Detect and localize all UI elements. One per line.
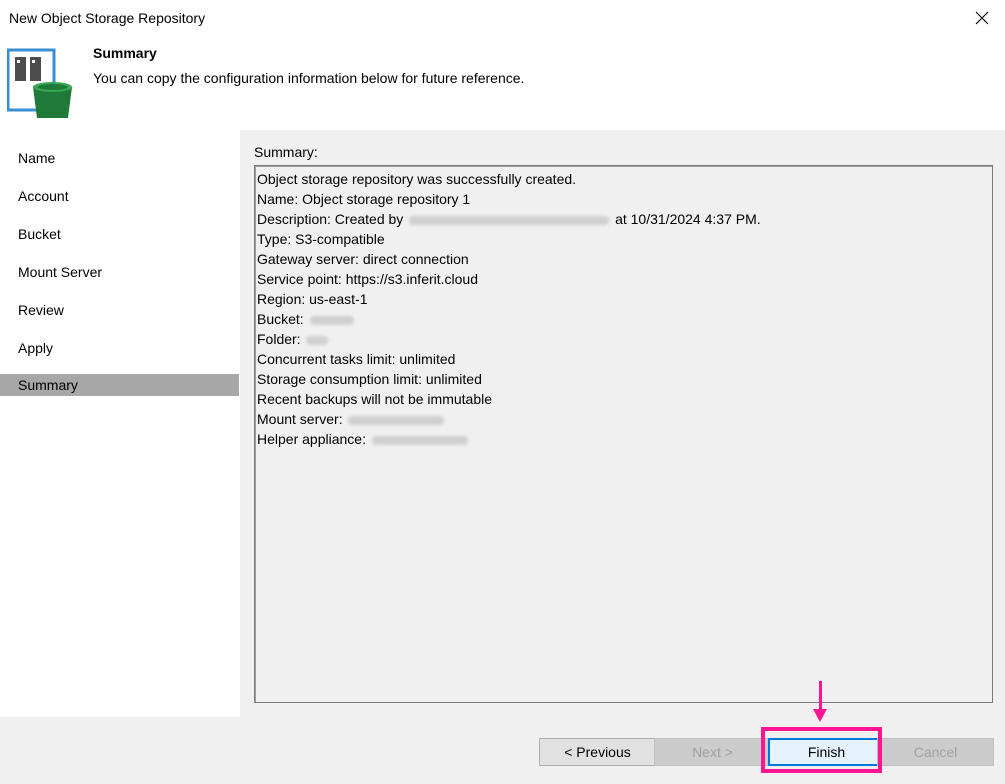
- sidebar-item-account[interactable]: Account: [0, 185, 239, 207]
- summary-line-immutable: Recent backups will not be immutable: [257, 391, 493, 407]
- summary-line-bucket: Bucket:: [257, 309, 356, 329]
- description-suffix: at 10/31/2024 4:37 PM.: [615, 211, 761, 227]
- cancel-button[interactable]: Cancel: [877, 738, 994, 766]
- sidebar-item-summary[interactable]: Summary: [0, 374, 239, 396]
- finish-highlight-box: [761, 727, 882, 773]
- previous-button[interactable]: < Previous: [539, 738, 656, 766]
- summary-line-tasks: Concurrent tasks limit: unlimited: [257, 351, 456, 367]
- wizard-steps-sidebar: Name Account Bucket Mount Server Review …: [0, 130, 240, 717]
- folder-label: Folder:: [257, 331, 301, 347]
- window-title: New Object Storage Repository: [9, 10, 206, 26]
- summary-textbox[interactable]: Object storage repository was successful…: [254, 165, 993, 703]
- summary-line-description: Description: Created by at 10/31/2024 4:…: [257, 209, 761, 229]
- annotation-arrow-head-icon: [813, 709, 827, 722]
- summary-line-created: Object storage repository was successful…: [257, 171, 577, 187]
- summary-panel: Summary: Object storage repository was s…: [240, 130, 1005, 717]
- page-description: You can copy the configuration informati…: [93, 70, 525, 86]
- redacted-folder: [306, 335, 329, 345]
- sidebar-item-apply[interactable]: Apply: [0, 337, 239, 359]
- summary-line-name: Name: Object storage repository 1: [257, 191, 471, 207]
- summary-line-mount-server: Mount server:: [257, 409, 446, 429]
- summary-label: Summary:: [254, 144, 318, 160]
- object-storage-repository-icon: [7, 48, 72, 118]
- summary-line-helper: Helper appliance:: [257, 429, 470, 449]
- close-icon: [975, 11, 989, 25]
- summary-line-gateway: Gateway server: direct connection: [257, 251, 469, 267]
- next-button[interactable]: Next >: [654, 738, 771, 766]
- sidebar-item-bucket[interactable]: Bucket: [0, 223, 239, 245]
- redacted-helper: [371, 435, 468, 445]
- summary-line-type: Type: S3-compatible: [257, 231, 385, 247]
- title-bar: New Object Storage Repository: [0, 0, 1005, 36]
- summary-line-folder: Folder:: [257, 329, 330, 349]
- redacted-user: [409, 215, 610, 225]
- summary-line-service-point: Service point: https://s3.inferit.cloud: [257, 271, 478, 287]
- mount-server-label: Mount server:: [257, 411, 343, 427]
- summary-line-region: Region: us-east-1: [257, 291, 368, 307]
- summary-line-storage: Storage consumption limit: unlimited: [257, 371, 482, 387]
- bucket-label: Bucket:: [257, 311, 304, 327]
- redacted-mount-server: [348, 415, 445, 425]
- helper-label: Helper appliance:: [257, 431, 366, 447]
- page-title: Summary: [93, 45, 157, 61]
- sidebar-item-review[interactable]: Review: [0, 299, 239, 321]
- description-prefix: Description: Created by: [257, 211, 404, 227]
- sidebar-item-mount-server[interactable]: Mount Server: [0, 261, 239, 283]
- close-button[interactable]: [959, 0, 1005, 36]
- annotation-arrow-shaft: [819, 681, 822, 711]
- wizard-header: Summary You can copy the configuration i…: [0, 36, 1005, 130]
- redacted-bucket: [309, 315, 354, 325]
- sidebar-item-name[interactable]: Name: [0, 147, 239, 169]
